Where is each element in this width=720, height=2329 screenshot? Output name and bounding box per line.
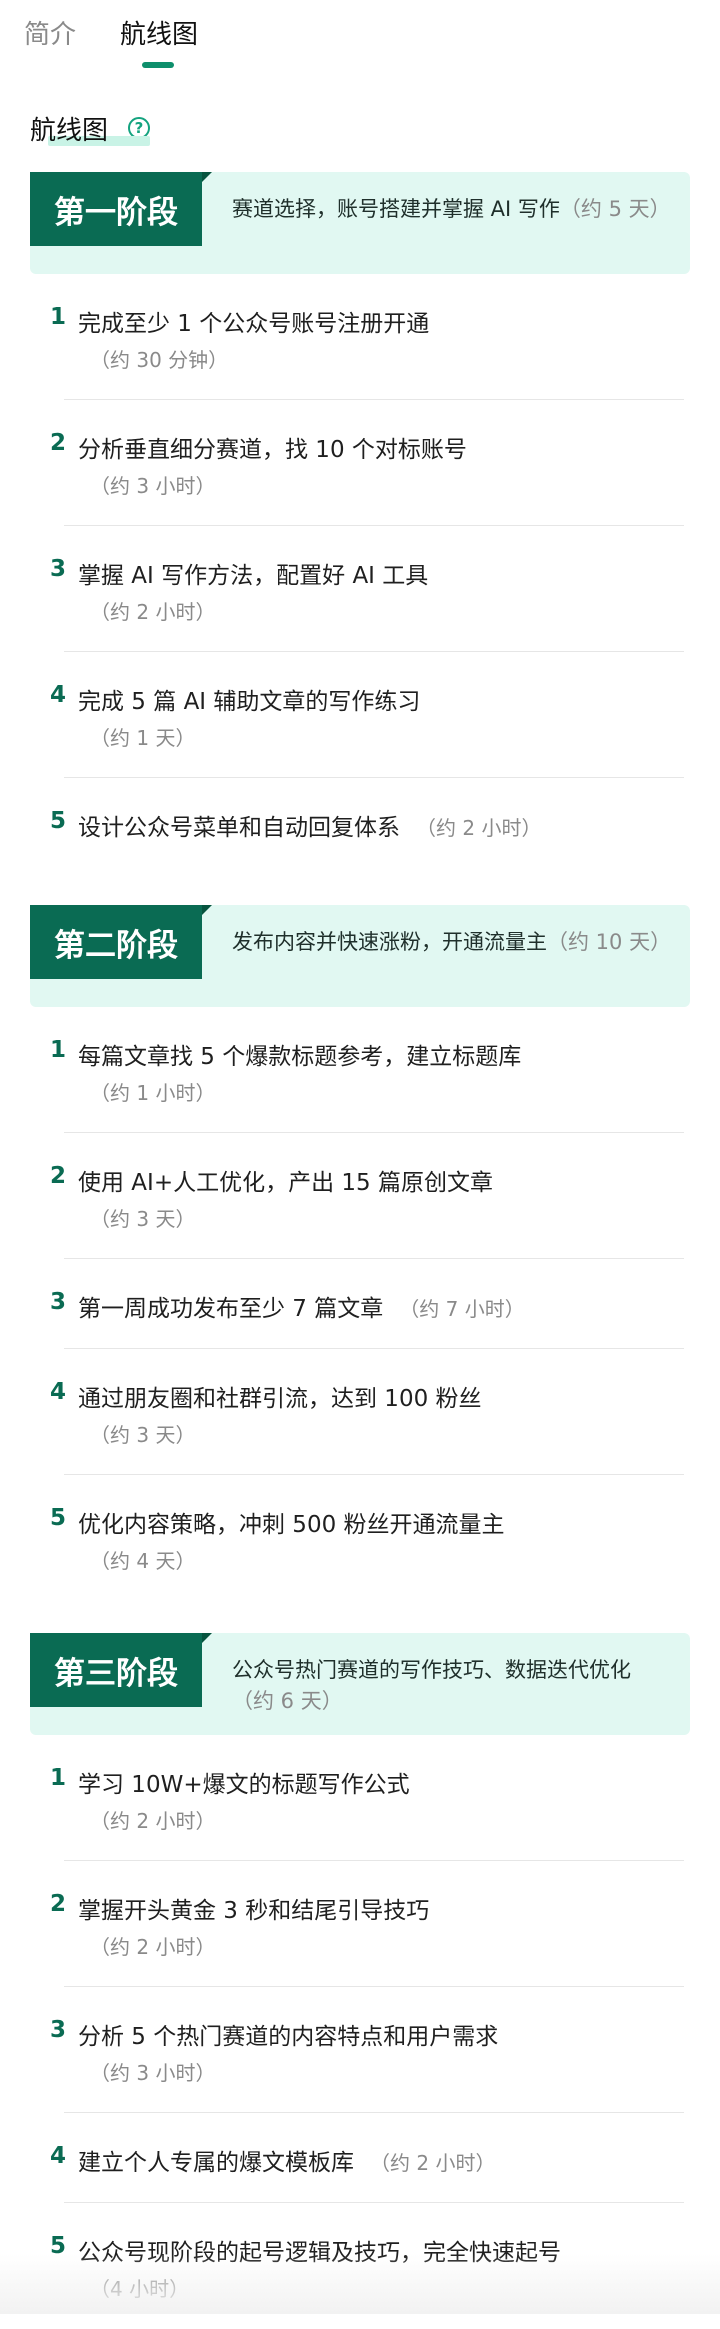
task-item[interactable]: 4 完成 5 篇 AI 辅助文章的写作练习 （约 1 天） (30, 652, 690, 778)
task-title: 分析 5 个热门赛道的内容特点和用户需求 (78, 2024, 499, 2050)
task-title: 每篇文章找 5 个爆款标题参考，建立标题库 (78, 1044, 522, 1070)
task-title: 掌握开头黄金 3 秒和结尾引导技巧 (78, 1898, 430, 1924)
stage-estimate: （约 5 天） (559, 197, 671, 221)
task-title: 建立个人专属的爆文模板库 （约 2 小时） (78, 2143, 495, 2177)
task-number: 1 (50, 304, 67, 330)
stage-description: 发布内容并快速涨粉，开通流量主（约 10 天） (232, 927, 672, 958)
task-item[interactable]: 3 掌握 AI 写作方法，配置好 AI 工具 （约 2 小时） (30, 526, 690, 652)
active-tab-indicator (142, 62, 174, 68)
section-heading: 航线图 ? (30, 108, 151, 148)
task-duration: （约 3 天） (90, 1207, 196, 1231)
bottom-fade (0, 2254, 720, 2314)
stage-1: 第一阶段 赛道选择，账号搭建并掌握 AI 写作（约 5 天） 1 完成至少 1 个公众… (30, 172, 690, 868)
task-duration: （约 7 小时） (399, 1297, 525, 1321)
task-number: 1 (50, 1037, 67, 1063)
stage-badge: 第二阶段 (30, 905, 202, 979)
task-number: 4 (50, 2143, 67, 2169)
stage-3: 第三阶段 公众号热门赛道的写作技巧、数据迭代优化 （约 6 天） 1 学习 10W+爆文… (30, 1633, 690, 2329)
task-duration: （约 4 天） (90, 1549, 196, 1573)
task-title-text: 建立个人专属的爆文模板库 (78, 2150, 354, 2176)
task-item[interactable]: 2 分析垂直细分赛道，找 10 个对标账号 （约 3 小时） (30, 400, 690, 526)
task-item[interactable]: 4 通过朋友圈和社群引流，达到 100 粉丝 （约 3 天） (30, 1349, 690, 1475)
task-duration: （约 3 小时） (90, 474, 216, 498)
task-number: 3 (50, 556, 67, 582)
task-duration: （约 3 小时） (90, 2061, 216, 2085)
task-title: 掌握 AI 写作方法，配置好 AI 工具 (78, 563, 429, 589)
stage-description: 赛道选择，账号搭建并掌握 AI 写作（约 5 天） (232, 194, 672, 225)
task-duration: （约 2 小时） (90, 1809, 216, 1833)
stage-banner: 第二阶段 发布内容并快速涨粉，开通流量主（约 10 天） (30, 905, 690, 1007)
stage-banner: 第三阶段 公众号热门赛道的写作技巧、数据迭代优化 （约 6 天） (30, 1633, 690, 1735)
stage-desc-text: 公众号热门赛道的写作技巧、数据迭代优化 (232, 1658, 631, 1682)
task-number: 4 (50, 682, 67, 708)
task-number: 1 (50, 1765, 67, 1791)
stage-badge: 第三阶段 (30, 1633, 202, 1707)
tab-roadmap[interactable]: 航线图 (120, 14, 198, 51)
task-duration: （约 2 小时） (90, 1935, 216, 1959)
task-duration: （约 1 小时） (90, 1081, 216, 1105)
task-title: 分析垂直细分赛道，找 10 个对标账号 (78, 437, 467, 463)
task-duration: （约 1 天） (90, 726, 196, 750)
task-duration: （约 2 小时） (416, 816, 542, 840)
stage-badge-fold (202, 1633, 212, 1643)
task-title: 优化内容策略，冲刺 500 粉丝开通流量主 (78, 1512, 505, 1538)
task-item[interactable]: 3 第一周成功发布至少 7 篇文章 （约 7 小时） (30, 1259, 690, 1349)
task-number: 2 (50, 1891, 67, 1917)
task-title: 使用 AI+人工优化，产出 15 篇原创文章 (78, 1170, 493, 1196)
task-title: 设计公众号菜单和自动回复体系 （约 2 小时） (78, 808, 541, 842)
task-number: 3 (50, 1289, 67, 1315)
tab-intro[interactable]: 简介 (24, 14, 76, 51)
stage-badge-fold (202, 905, 212, 915)
task-title: 通过朋友圈和社群引流，达到 100 粉丝 (78, 1386, 482, 1412)
stage-desc-text: 发布内容并快速涨粉，开通流量主 (232, 930, 547, 954)
stage-desc-text: 赛道选择，账号搭建并掌握 AI 写作 (232, 197, 560, 221)
task-duration: （约 2 小时） (90, 600, 216, 624)
task-number: 3 (50, 2017, 67, 2043)
task-title-text: 第一周成功发布至少 7 篇文章 (78, 1296, 384, 1322)
task-item[interactable]: 5 优化内容策略，冲刺 500 粉丝开通流量主 （约 4 天） (30, 1475, 690, 1601)
task-item[interactable]: 4 建立个人专属的爆文模板库 （约 2 小时） (30, 2113, 690, 2203)
task-item[interactable]: 1 学习 10W+爆文的标题写作公式 （约 2 小时） (30, 1735, 690, 1861)
task-number: 5 (50, 808, 67, 834)
task-number: 4 (50, 1379, 67, 1405)
task-item[interactable]: 3 分析 5 个热门赛道的内容特点和用户需求 （约 3 小时） (30, 1987, 690, 2113)
stage-banner: 第一阶段 赛道选择，账号搭建并掌握 AI 写作（约 5 天） (30, 172, 690, 274)
task-title: 第一周成功发布至少 7 篇文章 （约 7 小时） (78, 1289, 525, 1323)
task-item[interactable]: 1 完成至少 1 个公众号账号注册开通 （约 30 分钟） (30, 274, 690, 400)
stage-estimate: （约 6 天） (232, 1689, 343, 1713)
tab-bar: 简介 航线图 (0, 0, 720, 76)
task-item[interactable]: 2 使用 AI+人工优化，产出 15 篇原创文章 （约 3 天） (30, 1133, 690, 1259)
task-number: 2 (50, 1163, 67, 1189)
task-title: 学习 10W+爆文的标题写作公式 (78, 1772, 410, 1798)
stage-badge-fold (202, 172, 212, 182)
stage-2: 第二阶段 发布内容并快速涨粉，开通流量主（约 10 天） 1 每篇文章找 5 个爆款标… (30, 905, 690, 1601)
task-duration: （约 2 小时） (370, 2151, 496, 2175)
task-duration: （约 3 天） (90, 1423, 196, 1447)
task-item[interactable]: 1 每篇文章找 5 个爆款标题参考，建立标题库 （约 1 小时） (30, 1007, 690, 1133)
task-number: 2 (50, 430, 67, 456)
stage-estimate: （约 10 天） (547, 930, 672, 954)
section-title: 航线图 (30, 115, 109, 146)
task-title: 完成至少 1 个公众号账号注册开通 (78, 311, 430, 337)
task-title-text: 设计公众号菜单和自动回复体系 (78, 815, 400, 841)
stage-description: 公众号热门赛道的写作技巧、数据迭代优化 （约 6 天） (232, 1655, 672, 1717)
task-item[interactable]: 2 掌握开头黄金 3 秒和结尾引导技巧 （约 2 小时） (30, 1861, 690, 1987)
task-number: 5 (50, 1505, 67, 1531)
task-title: 完成 5 篇 AI 辅助文章的写作练习 (78, 689, 421, 715)
task-duration: （约 30 分钟） (90, 348, 229, 372)
stage-badge: 第一阶段 (30, 172, 202, 246)
task-item[interactable]: 5 设计公众号菜单和自动回复体系 （约 2 小时） (30, 778, 690, 868)
